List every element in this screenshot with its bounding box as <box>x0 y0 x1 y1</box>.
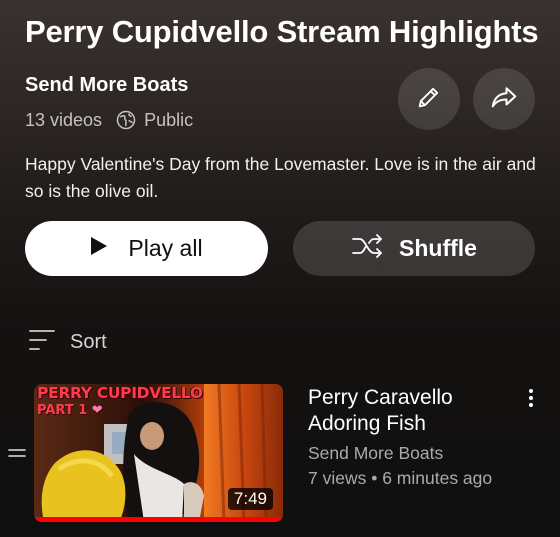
playlist-description: Happy Valentine's Day from the Lovemaste… <box>25 154 536 201</box>
drag-handle-icon[interactable] <box>8 446 26 460</box>
globe-icon <box>116 110 136 130</box>
video-count: 13 videos <box>25 109 103 130</box>
play-icon <box>90 236 108 261</box>
shuffle-button[interactable]: Shuffle <box>293 221 535 276</box>
playlist-meta: 13 videos Public <box>25 108 193 132</box>
sort-label: Sort <box>70 330 107 353</box>
thumbnail-part-label: PART 1 <box>37 403 88 418</box>
video-duration: 7:49 <box>227 488 273 510</box>
video-channel[interactable]: Send More Boats <box>308 443 443 464</box>
more-options-button[interactable] <box>520 388 542 412</box>
shuffle-icon <box>351 233 385 264</box>
playlist-title: Perry Cupidvello Stream Highlights <box>25 14 539 49</box>
sort-lines-icon <box>28 328 56 357</box>
thumbnail-text-title: PERRY CUPIDVELLO <box>37 384 203 402</box>
pencil-icon <box>415 83 443 116</box>
share-playlist-button[interactable] <box>473 68 535 130</box>
edit-playlist-button[interactable] <box>398 68 460 130</box>
visibility-label: Public <box>144 109 194 130</box>
playlist-channel-link[interactable]: Send More Boats <box>25 74 188 97</box>
watch-progress-bar <box>34 517 283 522</box>
share-arrow-icon <box>489 82 519 117</box>
play-all-button[interactable]: Play all <box>25 221 268 276</box>
video-stats: 7 views • 6 minutes ago <box>308 468 493 488</box>
heart-icon: ❤ <box>91 403 103 418</box>
video-thumbnail[interactable]: PERRY CUPIDVELLO PART 1 ❤ 7:49 <box>34 384 283 522</box>
three-dots-vertical-icon <box>528 388 534 413</box>
play-all-label: Play all <box>128 235 203 261</box>
shuffle-label: Shuffle <box>399 235 477 261</box>
thumbnail-text-part: PART 1 ❤ <box>37 403 103 418</box>
sort-button[interactable]: Sort <box>28 328 107 356</box>
video-title[interactable]: Perry Caravello Adoring Fish <box>308 385 508 437</box>
